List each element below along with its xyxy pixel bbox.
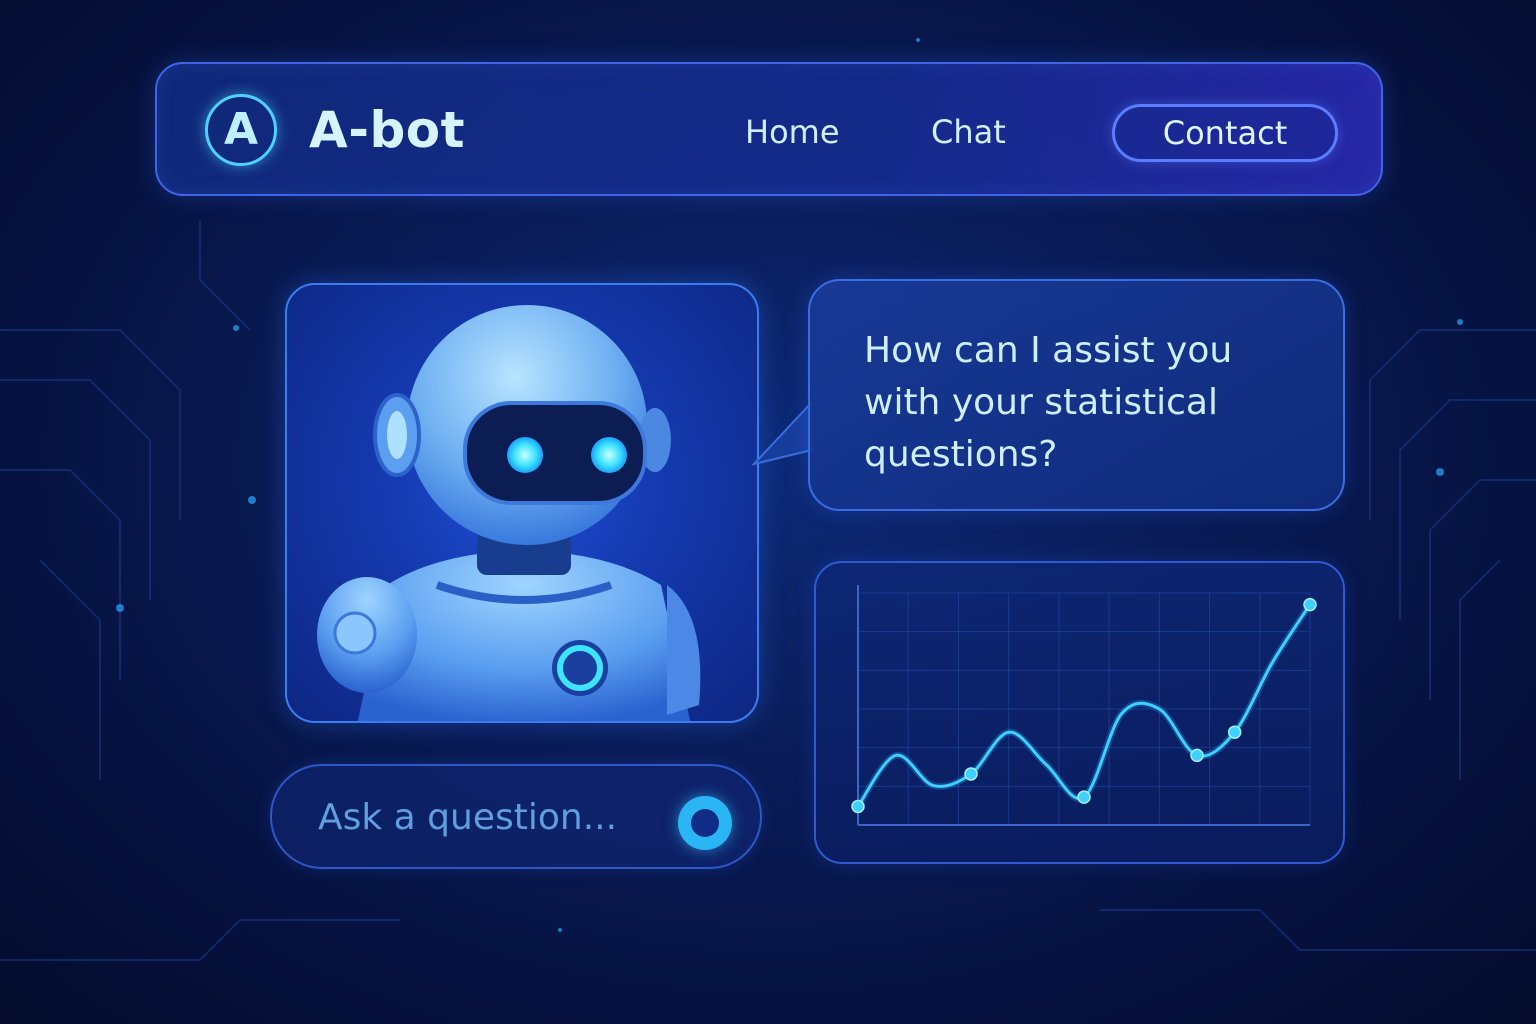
nav-chat-link[interactable]: Chat <box>931 112 1006 152</box>
robot-avatar-panel <box>285 283 759 723</box>
chart-panel <box>814 561 1345 864</box>
ask-question-input[interactable]: Ask a question... <box>270 764 762 869</box>
chart-series-line-glow <box>855 602 1313 809</box>
line-chart <box>851 585 1317 826</box>
contact-button[interactable]: Contact <box>1112 104 1338 162</box>
send-icon[interactable] <box>678 796 732 850</box>
chart-data-point <box>964 767 978 781</box>
chart-data-point <box>1303 597 1317 612</box>
bot-speech-bubble: How can I assist you with your statistic… <box>808 279 1345 511</box>
chart-data-point <box>851 799 865 814</box>
chart-data-point <box>1190 748 1204 763</box>
speech-bubble-tail <box>752 401 813 466</box>
chart-data-point <box>1227 725 1242 739</box>
bot-message-text: How can I assist you with your statistic… <box>864 330 1233 475</box>
brand-name[interactable]: A-bot <box>309 100 465 160</box>
chart-data-point <box>1077 790 1091 804</box>
top-navbar: A A-bot Home Chat Contact <box>155 62 1383 196</box>
nav-home-link[interactable]: Home <box>745 112 840 152</box>
logo-icon[interactable]: A <box>205 94 277 166</box>
robot-avatar <box>317 305 701 721</box>
ask-question-placeholder: Ask a question... <box>318 797 618 838</box>
